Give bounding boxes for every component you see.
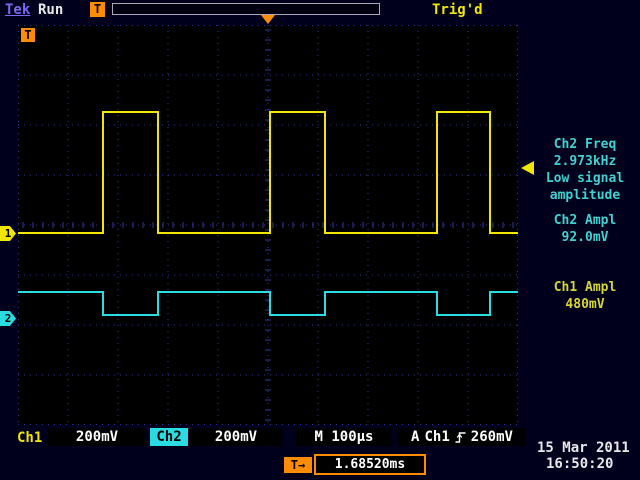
ch1-ampl-value: 480mV [532, 296, 638, 313]
ch2-ampl-value: 92.0mV [532, 229, 638, 246]
trigger-position-value: 1.68520ms [314, 454, 426, 475]
ch2-freq-value: 2.973kHz [532, 153, 638, 170]
trigger-position-marker-icon [261, 15, 275, 24]
graticule: T [18, 25, 518, 425]
trigger-mode: A [411, 428, 419, 446]
ch1-scale-readout: 200mV [48, 428, 146, 446]
ch1-ampl-readout: Ch1 Ampl 480mV [532, 279, 638, 313]
low-signal-warning-line2: amplitude [532, 187, 638, 204]
trigger-source: Ch1 [424, 428, 449, 446]
ch2-label-selected: Ch2 [150, 428, 188, 446]
ch2-scale-readout: 200mV [190, 428, 282, 446]
ch1-ground-marker: 1 [0, 226, 16, 241]
date-readout: 15 Mar 2011 [537, 440, 630, 456]
rising-edge-icon [455, 431, 466, 444]
ch1-ampl-label: Ch1 Ampl [532, 279, 638, 296]
ch2-freq-label: Ch2 Freq [532, 136, 638, 153]
trigger-level-readout: 260mV [471, 428, 513, 446]
trigger-position-badge: T→ [284, 457, 312, 473]
ch2-ampl-readout: Ch2 Ampl 92.0mV [532, 212, 638, 246]
graticule-svg [18, 25, 518, 425]
ch2-ground-marker: 2 [0, 311, 16, 326]
tek-logo: Tek [5, 2, 30, 18]
trigger-status: Trig'd [432, 2, 483, 18]
ch2-ampl-label: Ch2 Ampl [532, 212, 638, 229]
trigger-readout: A Ch1 260mV [398, 428, 526, 446]
trigger-t-badge: T [90, 2, 105, 17]
record-length-bar [112, 3, 380, 15]
ch1-label: Ch1 [17, 430, 42, 446]
low-signal-warning-line1: Low signal [532, 170, 638, 187]
timebase-readout: M 100µs [296, 428, 392, 446]
trigger-time-badge: T [21, 28, 35, 42]
acquisition-status: Run [38, 2, 63, 18]
time-readout: 16:50:20 [546, 456, 613, 472]
oscilloscope-screen: Tek Run T Trig'd T 1 2 Ch2 Freq 2.973kHz… [0, 0, 640, 480]
ch2-freq-readout: Ch2 Freq 2.973kHz Low signal amplitude [532, 136, 638, 204]
